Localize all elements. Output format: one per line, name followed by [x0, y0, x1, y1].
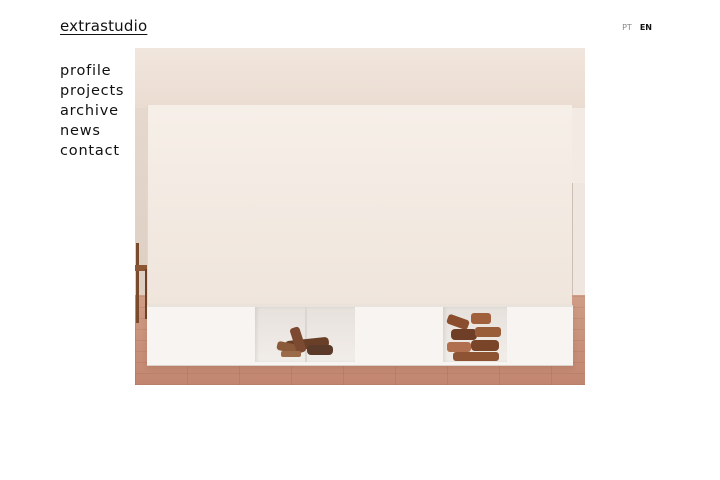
photo-firewood-right: [446, 313, 501, 361]
nav-item-projects[interactable]: projects: [60, 81, 124, 101]
photo-doorframe: [572, 183, 585, 295]
main-nav: profile projects archive news contact: [60, 61, 124, 161]
photo-bench-edge: [147, 305, 573, 307]
language-switcher: PT EN: [622, 23, 652, 32]
photo-bench: [147, 305, 573, 365]
nav-item-contact[interactable]: contact: [60, 141, 124, 161]
nav-item-news[interactable]: news: [60, 121, 124, 141]
lang-en-link[interactable]: EN: [640, 23, 652, 32]
site-logo[interactable]: extrastudio: [60, 17, 147, 35]
lang-pt-link[interactable]: PT: [622, 23, 632, 32]
photo-ceiling: [135, 48, 585, 108]
hero-image[interactable]: [135, 48, 585, 385]
photo-firewood-left: [276, 326, 333, 357]
photo-wall-panel: [148, 105, 572, 305]
nav-item-profile[interactable]: profile: [60, 61, 124, 81]
nav-item-archive[interactable]: archive: [60, 101, 124, 121]
